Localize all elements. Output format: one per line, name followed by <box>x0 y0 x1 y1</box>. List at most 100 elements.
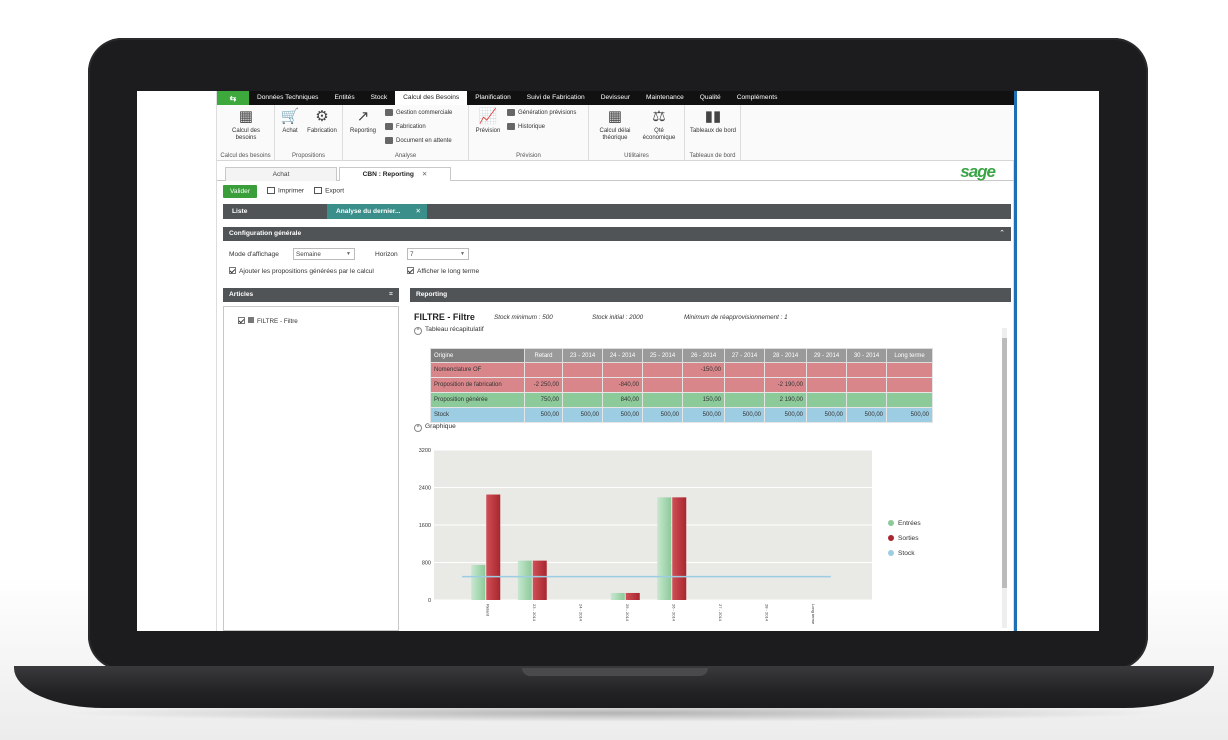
table-cell <box>806 392 847 408</box>
table-cell <box>724 392 765 408</box>
qte-economique-button[interactable]: ⚖ Qté économique <box>637 108 681 142</box>
mode-select[interactable]: Semaine ▼ <box>293 248 355 260</box>
prevision-label: Prévision <box>475 128 501 134</box>
collapse-icon[interactable]: ⌃ <box>999 227 1005 241</box>
export-icon <box>314 187 323 195</box>
fabrication-button[interactable]: ⚙ Fabrication <box>303 108 341 135</box>
article-tree-item[interactable]: FILTRE - Filtre <box>238 317 298 325</box>
table-cell: 500,00 <box>724 407 765 423</box>
generation-previsions-button[interactable]: Génération prévisions <box>507 109 576 116</box>
x-tick-label: 25 - 2014 <box>625 604 630 622</box>
config-header[interactable]: Configuration générale ⌃ <box>223 227 1011 241</box>
menu-tabs: Données Techniques Entités Stock Calcul des… <box>249 91 785 105</box>
menu-tab[interactable]: Stock <box>363 91 396 105</box>
checkbox-checked[interactable] <box>229 267 236 274</box>
menu-tab[interactable]: Calcul des Besoins <box>395 91 468 105</box>
table-cell: 500,00 <box>886 407 933 423</box>
export-button[interactable]: Export <box>314 187 344 195</box>
table-body: Nomenclature OF -150,00 Proposition de fab… <box>430 362 933 423</box>
tab-achat-label: Achat <box>272 171 290 178</box>
graphique-label: Graphique <box>425 423 456 430</box>
menu-tab[interactable]: Entités <box>326 91 362 105</box>
imprimer-button[interactable]: Imprimer <box>267 187 304 195</box>
tab-cbn-reporting[interactable]: CBN : Reporting ✕ <box>339 167 451 181</box>
table-row[interactable]: Nomenclature OF -150,00 <box>430 362 933 378</box>
tab-achat[interactable]: Achat <box>225 167 337 181</box>
checkbox-checked[interactable] <box>407 267 414 274</box>
y-tick-label: 3200 <box>419 448 431 454</box>
column-header[interactable]: 24 - 2014 <box>602 348 643 363</box>
legend-label: Stock <box>898 550 915 557</box>
tab-analyse[interactable]: Analyse du dernier... ✕ <box>327 204 427 219</box>
x-tick-label: 23 - 2014 <box>532 604 537 622</box>
vertical-scrollbar[interactable] <box>1002 328 1007 628</box>
long-terme-label: Afficher le long terme <box>417 268 480 275</box>
prevision-button[interactable]: 📈 Prévision <box>473 108 503 135</box>
document-attente-button[interactable]: Document en attente <box>385 137 452 144</box>
historique-button[interactable]: Historique <box>507 123 545 130</box>
ribbon-group-analyse: ↗ Reporting Gestion commerciale Fabricat… <box>343 105 469 161</box>
ajouter-checkbox[interactable]: Ajouter les propositions générées par le… <box>229 267 374 275</box>
table-row[interactable]: Proposition générée 750,00 840,00 150,00 2 1… <box>430 392 933 408</box>
calcul-delai-button[interactable]: ▦ Calcul délai théorique <box>593 108 637 142</box>
menu-tab[interactable]: Qualité <box>692 91 729 105</box>
scrollbar-thumb[interactable] <box>1002 338 1007 588</box>
calcul-besoins-button[interactable]: ▦ Calcul des besoins <box>223 108 269 142</box>
tab-liste[interactable]: Liste <box>223 204 327 219</box>
table-cell <box>642 392 683 408</box>
long-terme-checkbox[interactable]: Afficher le long terme <box>407 267 479 275</box>
table-cell <box>886 362 933 378</box>
x-tick-label: Long terme <box>811 604 816 625</box>
column-header[interactable]: 30 - 2014 <box>846 348 887 363</box>
menu-bar: ⇆ Données Techniques Entités Stock Calcul d… <box>217 91 1015 105</box>
table-cell <box>602 362 643 378</box>
graphique-toggle[interactable]: ^ Graphique <box>414 423 456 432</box>
history-icon <box>507 123 515 130</box>
menu-tab[interactable]: Compléments <box>729 91 786 105</box>
menu-tab[interactable]: Suivi de Fabrication <box>519 91 593 105</box>
column-header[interactable]: Origine <box>430 348 525 363</box>
gestion-commerciale-button[interactable]: Gestion commerciale <box>385 109 452 116</box>
tableaux-bord-button[interactable]: ▮▮ Tableaux de bord <box>689 108 737 135</box>
app-logo-icon[interactable]: ⇆ <box>217 91 249 105</box>
column-header[interactable]: 25 - 2014 <box>642 348 683 363</box>
wand-icon <box>507 109 515 116</box>
tableau-toggle[interactable]: ^ Tableau récapitulatif <box>414 326 484 335</box>
close-tab-icon[interactable]: ✕ <box>422 171 428 178</box>
menu-tab[interactable]: Planification <box>467 91 519 105</box>
document-tabs: Achat CBN : Reporting ✕ <box>217 165 1015 181</box>
column-header[interactable]: 26 - 2014 <box>682 348 725 363</box>
analyse-fabrication-button[interactable]: Fabrication <box>385 123 426 130</box>
column-header[interactable]: 23 - 2014 <box>562 348 603 363</box>
close-tab-icon[interactable]: ✕ <box>415 204 421 219</box>
pin-icon[interactable]: ⌗ <box>389 288 393 302</box>
legend-item[interactable]: Stock <box>888 550 915 557</box>
valider-button[interactable]: Valider <box>223 184 258 198</box>
menu-tab[interactable]: Maintenance <box>638 91 692 105</box>
table-cell: -2 250,00 <box>524 377 563 393</box>
y-tick-label: 0 <box>428 598 431 604</box>
checkbox-checked[interactable] <box>238 317 245 324</box>
table-cell: 840,00 <box>602 392 643 408</box>
legend-item[interactable]: Entrées <box>888 520 921 527</box>
horizon-select[interactable]: 7 ▼ <box>407 248 469 260</box>
menu-tab[interactable]: Données Techniques <box>249 91 326 105</box>
table-row[interactable]: Proposition de fabrication -2 250,00 -840,… <box>430 377 933 393</box>
column-header[interactable]: Retard <box>524 348 563 363</box>
group-label: Prévision <box>516 153 541 159</box>
column-header[interactable]: 29 - 2014 <box>806 348 847 363</box>
stock-initial: Stock initial : 2000 <box>592 314 644 321</box>
bar-entrees <box>517 560 532 600</box>
chevron-up-icon: ^ <box>414 424 422 432</box>
reporting-button[interactable]: ↗ Reporting <box>347 108 379 135</box>
achat-label: Achat <box>282 128 298 134</box>
legend-item[interactable]: Sorties <box>888 535 919 542</box>
table-row[interactable]: Stock 500,00 500,00 500,00 500,00 500,00 500,0… <box>430 407 933 423</box>
achat-button[interactable]: 🛒 Achat <box>277 108 303 135</box>
menu-tab[interactable]: Devisseur <box>593 91 638 105</box>
x-tick-label: 26 - 2014 <box>671 604 676 622</box>
column-header[interactable]: Long terme <box>886 348 933 363</box>
column-header[interactable]: 28 - 2014 <box>764 348 807 363</box>
column-header[interactable]: 27 - 2014 <box>724 348 765 363</box>
stock-min: Stock minimum : 500 <box>494 314 553 321</box>
